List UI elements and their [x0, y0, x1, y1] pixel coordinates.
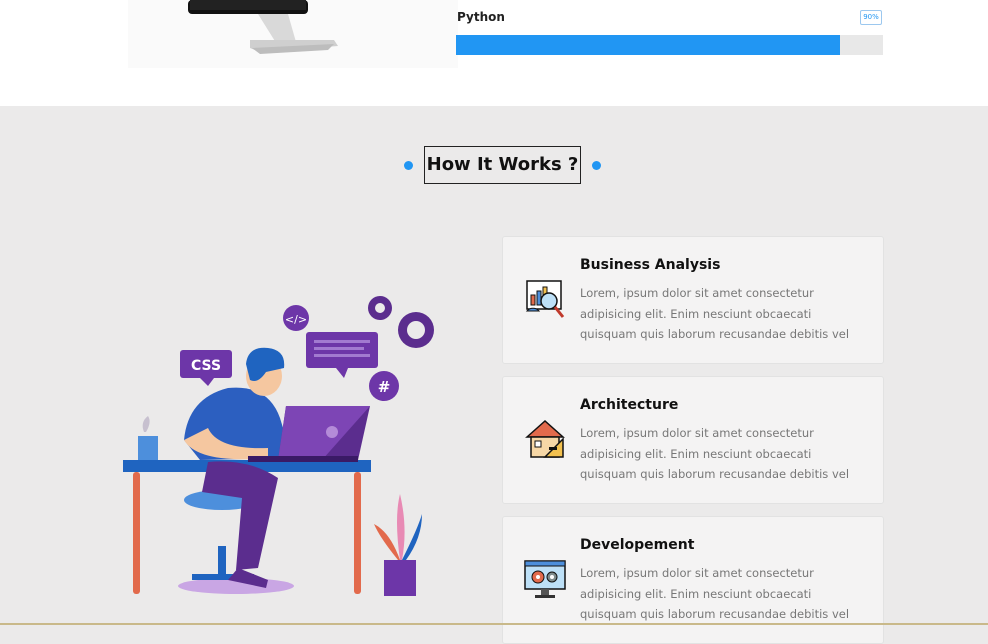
monitor-icon [188, 0, 338, 54]
card-title: Architecture [580, 397, 679, 413]
svg-text:#: # [378, 378, 391, 396]
card-text: Lorem, ipsum dolor sit amet consectetur … [580, 426, 850, 481]
card-business-analysis: Business Analysis Lorem, ipsum dolor sit… [502, 236, 884, 364]
card-text: Lorem, ipsum dolor sit amet consectetur … [580, 566, 850, 621]
card-title: Developement [580, 537, 695, 553]
card-text: Lorem, ipsum dolor sit amet consectetur … [580, 286, 850, 341]
skill-progress-track [456, 35, 883, 55]
skill-progress-fill [456, 35, 841, 55]
developer-illustration: </> # CSS [118, 288, 448, 608]
card-title: Business Analysis [580, 257, 721, 273]
monitor-image [128, 0, 458, 68]
gear-icon-large [398, 312, 434, 348]
card-architecture: Architecture Lorem, ipsum dolor sit amet… [502, 376, 884, 504]
section-title: How It Works ? [424, 146, 581, 184]
section-header: How It Works ? [0, 146, 988, 184]
business-analysis-icon [523, 277, 567, 321]
skill-percent-badge: 90% [860, 10, 882, 25]
skills-section: Python 90% [0, 0, 988, 106]
gear-icon-small [368, 296, 392, 320]
plant-pot [384, 560, 416, 596]
svg-text:CSS: CSS [191, 358, 221, 374]
title-dot-right [592, 161, 601, 170]
architecture-icon [523, 417, 567, 461]
development-icon [523, 557, 567, 601]
skill-label: Python [457, 10, 505, 24]
svg-text:</>: </> [285, 313, 307, 326]
title-dot-left [404, 161, 413, 170]
